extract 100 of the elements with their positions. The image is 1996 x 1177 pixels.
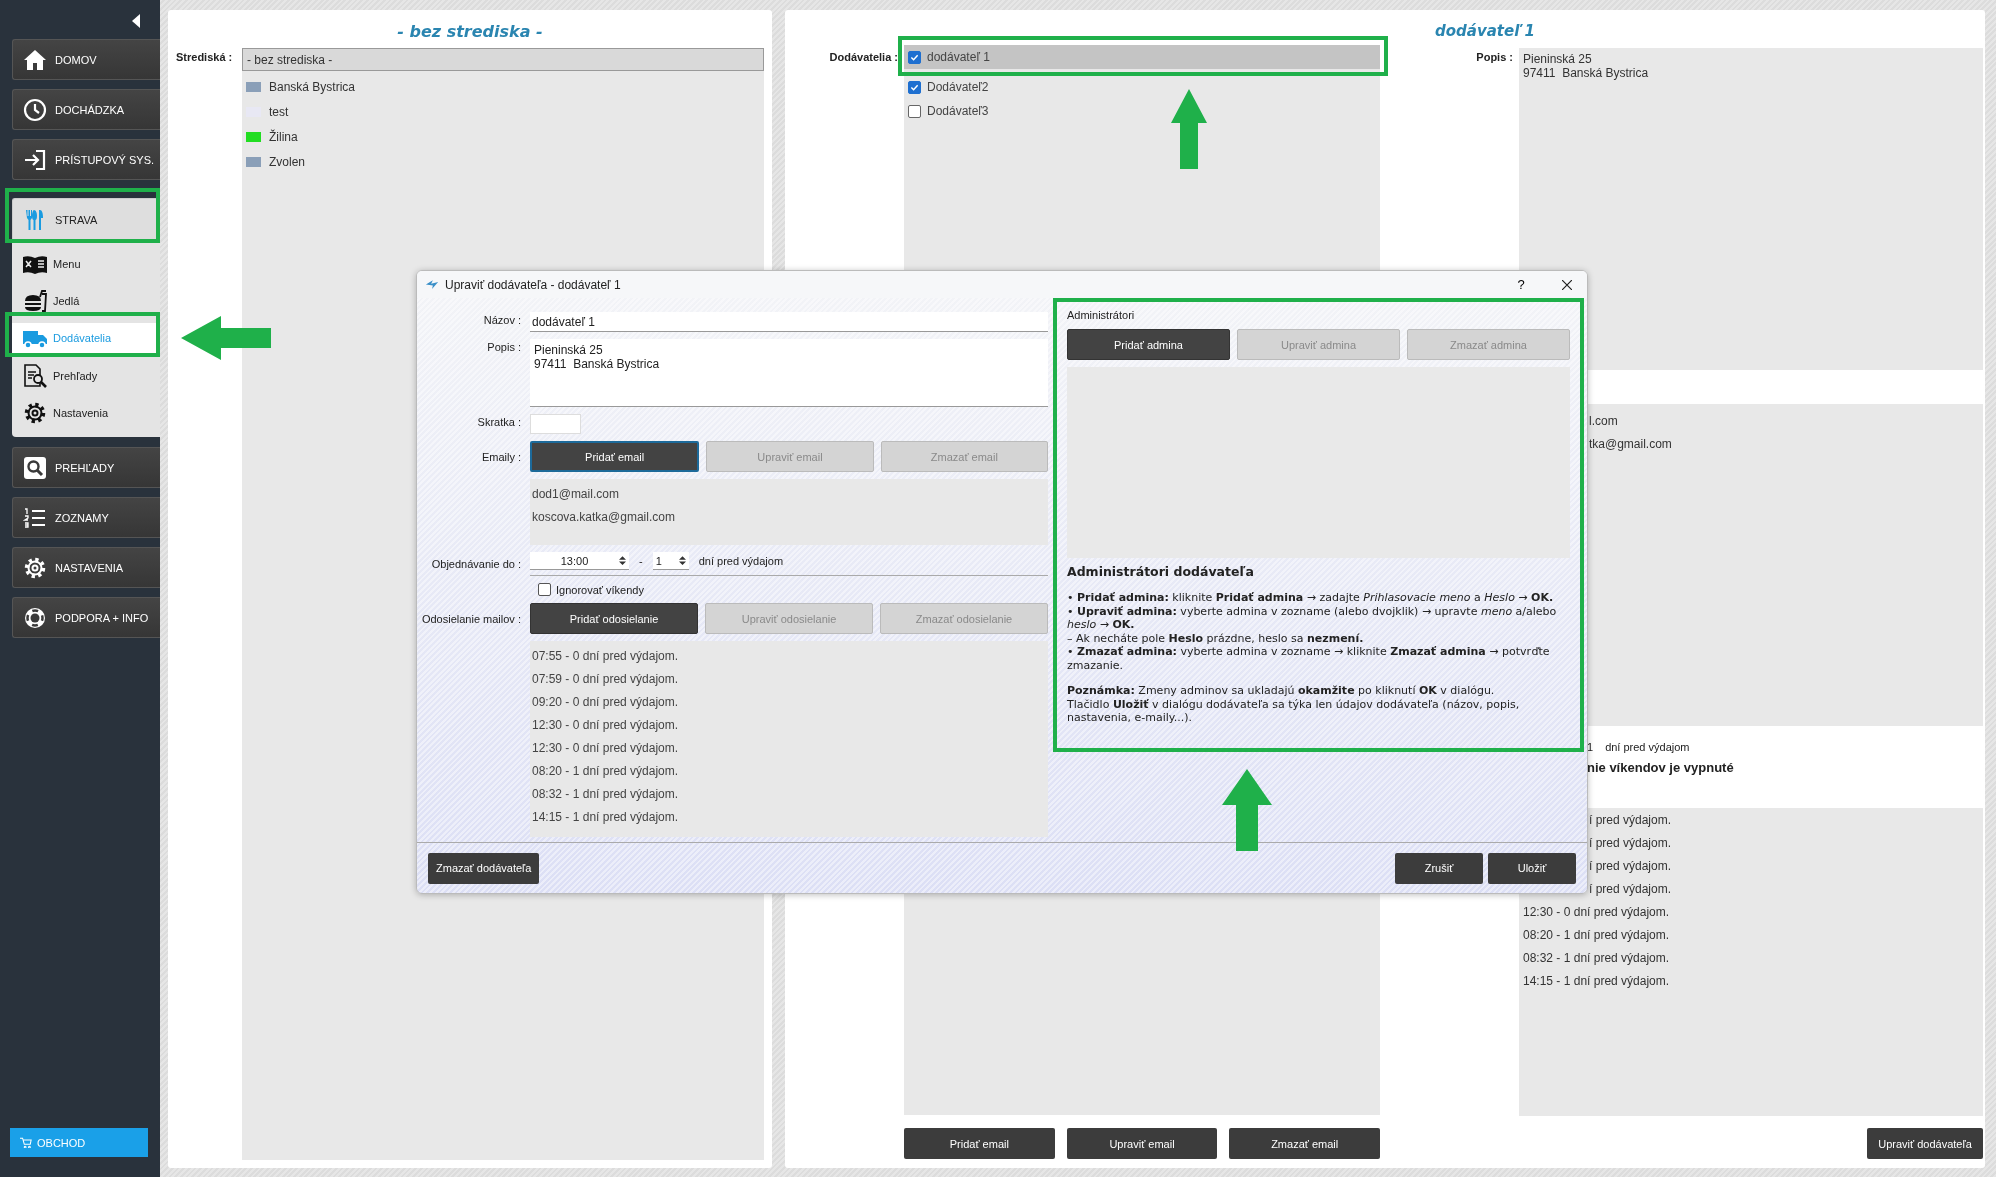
field-label: Skratka : <box>476 415 521 430</box>
field-label: Popis : <box>1476 50 1514 63</box>
send-time: 07:59 - 0 dní pred výdajom. <box>531 671 680 688</box>
dialog-button[interactable]: Pridať admina <box>1067 329 1230 360</box>
nav-button[interactable]: DOMOV <box>12 39 160 80</box>
help-text: • Pridať admina: kliknite Pridať admina → zadajte Prihlasovacie meno a Heslo → OK. <box>1067 591 1555 605</box>
save-button[interactable]: Uložiť <box>1488 852 1576 884</box>
list-item[interactable]: Dodávateľ2 <box>904 75 1380 99</box>
collapse-icon[interactable] <box>132 14 140 28</box>
submenu-item[interactable]: Nastavenia <box>12 394 160 431</box>
days-spinbox[interactable]: 1 <box>652 552 689 570</box>
short-field[interactable] <box>530 414 581 434</box>
panel-title: dodávateľ 1 <box>1434 22 1536 42</box>
send-time: 08:20 - 1 dní pred výdajom. <box>531 763 680 780</box>
help-text: • Zmazať admina: vyberte admina v zozname → kliknite Zmazať admina → potvrďte zmazanie. <box>1067 645 1551 672</box>
list-item[interactable]: Banská Bystrica <box>242 74 764 99</box>
send-time: 07:55 - 0 dní pred výdajom. <box>531 648 680 665</box>
help-text: • Upraviť admina: vyberte admina v zozname (alebo dvojklik) → upravte meno a/alebo heslo → OK. <box>1067 604 1558 632</box>
nav-button[interactable]: PODPORA + INFO <box>12 597 160 638</box>
send-time: 08:20 - 1 dní pred výdajom. <box>1523 927 1670 944</box>
send-time: 14:15 - 1 dní pred výdajom. <box>531 809 680 826</box>
spin-arrows-icon[interactable] <box>619 555 626 566</box>
list-item[interactable]: Dodávateľ3 <box>904 99 1380 123</box>
nav-button[interactable]: DOCHÁDZKA <box>12 89 160 130</box>
close-icon <box>1562 279 1572 290</box>
send-time: í pred výdajom. <box>1589 812 1672 829</box>
field-label: Dodávatelia : <box>829 50 899 63</box>
nav-button[interactable]: PRÍSTUPOVÝ SYS. <box>12 139 160 180</box>
dialog-button[interactable]: Pridať odosielanie <box>530 603 698 634</box>
days-suffix: dní pred výdajom <box>698 555 784 567</box>
send-time: 08:32 - 1 dní pred výdajom. <box>531 786 680 803</box>
field-label: Popis : <box>486 340 521 355</box>
check-icon <box>910 52 919 62</box>
checkbox[interactable] <box>908 104 921 118</box>
email-address: dod1@mail.com <box>531 486 620 503</box>
lifebuoy-icon <box>23 605 47 630</box>
cancel-button[interactable]: Zrušiť <box>1395 852 1483 884</box>
weekend-note: nie víkendov je vypnuté <box>1586 760 1735 777</box>
check-icon <box>910 82 919 92</box>
submenu-item[interactable]: Prehľady <box>12 357 160 394</box>
dialog-button[interactable]: Pridať email <box>530 441 700 472</box>
field-label: Emaily : <box>480 450 521 463</box>
checkbox[interactable] <box>908 80 921 94</box>
help-text: Tlačidlo Uložiť v dialógu dodávateľa sa týka len údajov dodávateľa (názov, popis, nastavenia, e-maily...). <box>1067 697 1521 725</box>
list-item[interactable]: Žilina <box>242 124 764 149</box>
help-text: Poznámka: Zmeny adminov sa ukladajú okamžite po kliknutí OK v dialógu. <box>1067 684 1496 698</box>
nav-button[interactable]: ZOZNAMY <box>12 497 160 538</box>
document-search-icon <box>22 363 48 388</box>
burger-icon <box>22 288 48 313</box>
field-label: Názov : <box>482 313 521 328</box>
field-label: Strediská : <box>176 50 234 63</box>
email-address: koscova.katka@gmail.com <box>531 509 676 526</box>
email-button[interactable]: Pridať email <box>904 1128 1055 1159</box>
send-time: í pred výdajom. <box>1589 835 1672 852</box>
name-field[interactable]: dodávateľ 1 <box>530 312 1048 332</box>
send-time: 12:30 - 0 dní pred výdajom. <box>531 740 680 757</box>
delete-button[interactable]: Zmazať dodávateľa <box>428 852 540 884</box>
field-label: Objednávanie do : <box>430 558 521 570</box>
field-label: Odosielanie mailov : <box>420 612 521 625</box>
send-time: í pred výdajom. <box>1589 858 1672 875</box>
checkbox[interactable] <box>908 50 921 64</box>
send-time: í pred výdajom. <box>1589 881 1672 898</box>
days-suffix: dní pred výdajom <box>1605 741 1690 753</box>
list-item[interactable]: Zvolen <box>242 149 764 174</box>
nav-button[interactable]: PREHĽADY <box>12 447 160 488</box>
checkbox-label: Ignorovať víkendy <box>556 583 644 596</box>
list-item[interactable]: test <box>242 99 764 124</box>
edit-supplier-button[interactable]: Upraviť dodávateľa <box>1867 1128 1983 1159</box>
description-field[interactable]: Pieninská 25 97411 Banská Bystrica <box>530 339 1048 407</box>
send-time: 12:30 - 0 dní pred výdajom. <box>531 717 680 734</box>
dash: - <box>639 555 643 567</box>
send-time: 14:15 - 1 dní pred výdajom. <box>1523 973 1670 990</box>
gear-icon <box>23 555 47 580</box>
send-time: 12:30 - 0 dní pred výdajom. <box>1523 904 1670 921</box>
submenu-item[interactable]: Jedlá <box>12 282 160 319</box>
home-icon <box>23 47 47 72</box>
email-address: l.com <box>1589 413 1618 430</box>
help-text: – Ak necháte pole Heslo prázdne, heslo sa nezmení. <box>1067 631 1365 645</box>
help-button[interactable]: ? <box>1501 271 1541 298</box>
email-button[interactable]: Zmazať email <box>1229 1128 1380 1159</box>
list-item[interactable]: dodávateľ 1 <box>904 45 1380 69</box>
group-label: Administrátori <box>1067 309 1136 323</box>
days-value: 1 <box>1587 741 1594 753</box>
help-title: Administrátori dodávateľa <box>1067 564 1255 579</box>
window-title: Upraviť dodávateľa - dodávateľ 1 <box>445 277 622 292</box>
time-spinbox[interactable]: 13:00 <box>530 552 629 570</box>
checkbox[interactable] <box>538 583 551 596</box>
panel-title: - bez strediska - <box>396 22 544 42</box>
clock-icon <box>23 97 47 122</box>
email-address: tka@gmail.com <box>1589 436 1672 453</box>
submenu-item[interactable]: Menu <box>12 245 160 282</box>
list-item[interactable]: - bez strediska - <box>242 48 764 71</box>
send-time: 08:32 - 1 dní pred výdajom. <box>1523 950 1670 967</box>
app-icon <box>425 279 439 290</box>
gear-icon <box>22 400 48 425</box>
list-icon <box>23 505 47 530</box>
nav-button[interactable]: NASTAVENIA <box>12 547 160 588</box>
email-button[interactable]: Upraviť email <box>1066 1128 1218 1159</box>
spin-arrows-icon[interactable] <box>678 555 686 566</box>
cart-icon <box>20 1137 32 1148</box>
